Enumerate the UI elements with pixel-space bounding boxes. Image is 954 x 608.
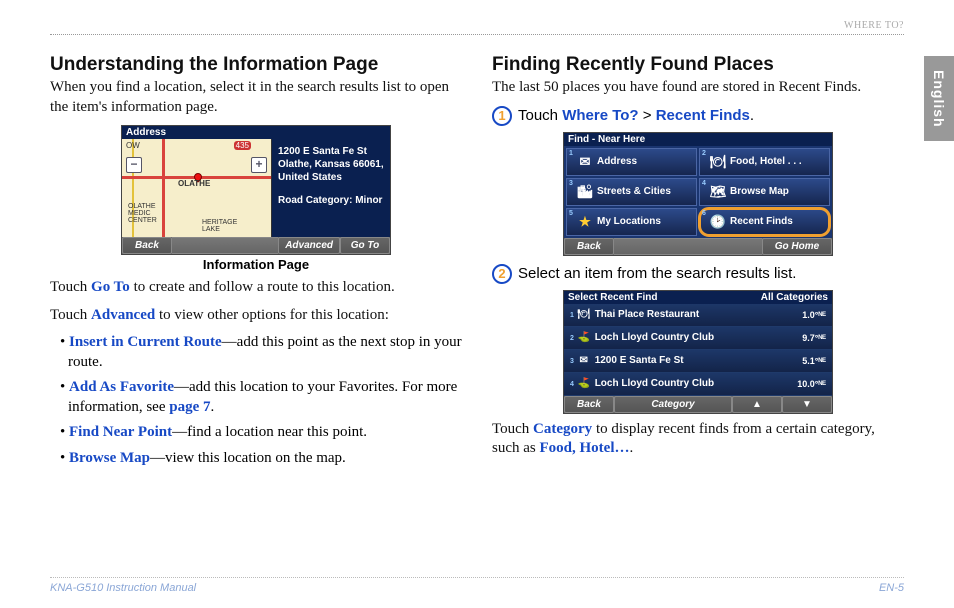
options-list: Insert in Current Route—add this point a… xyxy=(50,333,462,468)
back-button[interactable]: Back xyxy=(564,396,614,413)
top-rule xyxy=(50,34,904,35)
tile-recent-finds[interactable]: 6🕑Recent Finds xyxy=(699,208,830,236)
p-advanced: Touch Advanced to view other options for… xyxy=(50,306,462,326)
scroll-up-button[interactable]: ▲ xyxy=(732,396,782,413)
heading-info-page: Understanding the Information Page xyxy=(50,54,462,76)
step-number-icon: 1 xyxy=(492,106,512,126)
section-header: WHERE TO? xyxy=(844,20,904,31)
step-number-icon: 2 xyxy=(492,264,512,284)
list-item[interactable]: 1 🍽Thai Place Restaurant1.0°ᴺᴱ xyxy=(564,304,832,327)
tile-food-hotel[interactable]: 2🍽Food, Hotel . . . xyxy=(699,148,830,176)
golf-icon: ⛳ xyxy=(577,332,591,343)
map-label: HERITAGE LAKE xyxy=(202,219,237,233)
list-item[interactable]: 2 ⛳Loch Lloyd Country Club9.7°ᴺᴱ xyxy=(564,327,832,350)
goto-button[interactable]: Go To xyxy=(340,237,390,254)
map-label: OLATHE xyxy=(178,179,210,188)
map-icon: 🗺 xyxy=(710,184,726,200)
category-button[interactable]: Category xyxy=(614,396,732,413)
zoom-in-button[interactable]: + xyxy=(251,157,267,173)
intro-recent: The last 50 places you have found are st… xyxy=(492,78,904,98)
shot-title: Address xyxy=(122,126,390,139)
envelope-icon: ✉ xyxy=(577,154,593,170)
figure-caption: Information Page xyxy=(203,257,309,272)
clock-icon: 🕑 xyxy=(710,214,726,230)
page-ref-link[interactable]: page 7 xyxy=(169,399,210,415)
list-item: Browse Map—view this location on the map… xyxy=(60,449,462,469)
goto-link: Go To xyxy=(91,279,130,295)
map-label: OW xyxy=(126,141,140,150)
left-column: Understanding the Information Page When … xyxy=(50,54,462,474)
right-column: Finding Recently Found Places The last 5… xyxy=(492,54,904,474)
map-preview: − + OW 435 OLATHE OLATHE MEDIC CENTER HE… xyxy=(122,139,272,237)
tile-address[interactable]: 1✉Address xyxy=(566,148,697,176)
screenshot-find-menu: Find - Near Here 1✉Address 2🍽Food, Hotel… xyxy=(563,132,833,256)
p-goto: Touch Go To to create and follow a route… xyxy=(50,278,462,298)
back-button[interactable]: Back xyxy=(122,237,172,254)
footer-doc-title: KNA-G510 Instruction Manual xyxy=(50,582,196,594)
map-label: OLATHE MEDIC CENTER xyxy=(128,203,157,224)
advanced-link: Advanced xyxy=(91,307,155,323)
p-category: Touch Category to display recent finds f… xyxy=(492,420,904,459)
advanced-button[interactable]: Advanced xyxy=(278,237,340,254)
footer-page-number: EN-5 xyxy=(879,582,904,594)
list-item: Insert in Current Route—add this point a… xyxy=(60,333,462,372)
envelope-icon: ✉ xyxy=(577,355,591,366)
tile-browse-map[interactable]: 4🗺Browse Map xyxy=(699,178,830,206)
shot-title: Find - Near Here xyxy=(564,133,832,146)
go-home-button[interactable]: Go Home xyxy=(762,238,832,255)
screenshot-info-page: Address − + OW 435 OLATHE OLATHE MEDIC C… xyxy=(121,125,391,255)
list-item[interactable]: 3 ✉1200 E Santa Fe St5.1°ᴺᴱ xyxy=(564,350,832,373)
page-footer: KNA-G510 Instruction Manual EN-5 xyxy=(50,577,904,594)
back-button[interactable]: Back xyxy=(564,238,614,255)
language-tab[interactable]: English xyxy=(924,56,954,141)
golf-icon: ⛳ xyxy=(577,378,591,389)
tile-streets[interactable]: 3🏙Streets & Cities xyxy=(566,178,697,206)
list-filter: All Categories xyxy=(761,292,828,303)
list-title: Select Recent Find xyxy=(568,292,657,303)
map-hwy-icon: 435 xyxy=(234,141,251,150)
food-icon: 🍽 xyxy=(577,309,591,320)
heading-recent: Finding Recently Found Places xyxy=(492,54,904,76)
info-address-block: 1200 E Santa Fe St Olathe, Kansas 66061,… xyxy=(272,139,390,237)
intro-info-page: When you find a location, select it in t… xyxy=(50,78,462,117)
list-item: Find Near Point—find a location near thi… xyxy=(60,423,462,443)
screenshot-recent-list: Select Recent Find All Categories 1 🍽Tha… xyxy=(563,290,833,414)
city-icon: 🏙 xyxy=(577,184,593,200)
list-item: Add As Favorite—add this location to you… xyxy=(60,378,462,417)
scroll-down-button[interactable]: ▼ xyxy=(782,396,832,413)
step-1: 1 Touch Where To? > Recent Finds. xyxy=(492,106,904,126)
tile-my-locations[interactable]: 5★My Locations xyxy=(566,208,697,236)
zoom-out-button[interactable]: − xyxy=(126,157,142,173)
star-icon: ★ xyxy=(577,214,593,230)
food-icon: 🍽 xyxy=(710,154,726,170)
step-2: 2 Select an item from the search results… xyxy=(492,264,904,284)
list-item[interactable]: 4 ⛳Loch Lloyd Country Club10.0°ᴺᴱ xyxy=(564,373,832,396)
